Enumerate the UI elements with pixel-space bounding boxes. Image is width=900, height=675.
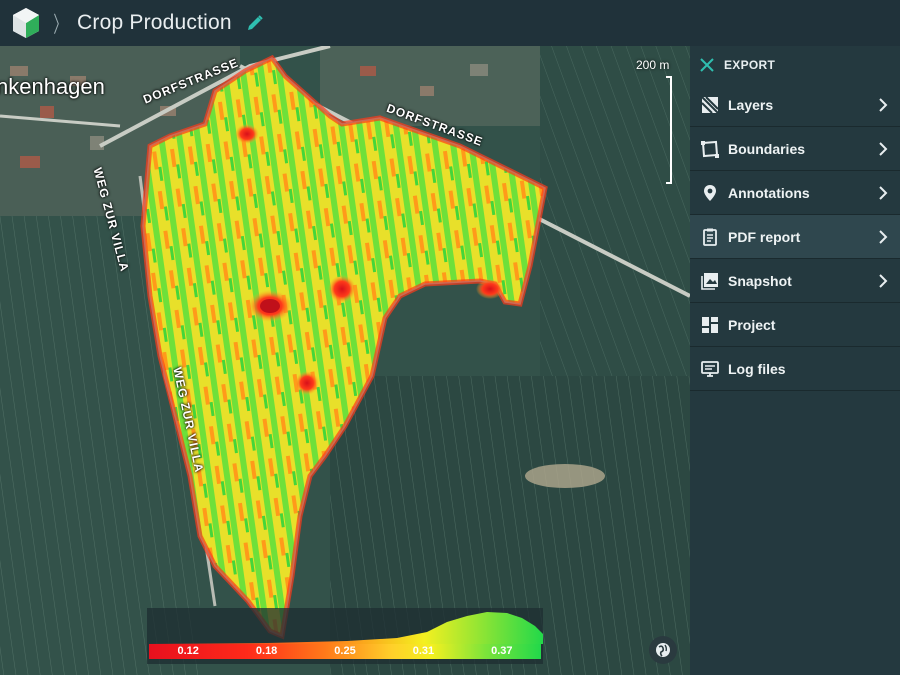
menu-item-annotations[interactable]: Annotations [690, 171, 900, 215]
export-header: EXPORT [690, 46, 900, 83]
close-icon[interactable] [700, 57, 714, 72]
pin-icon [700, 183, 720, 203]
legend-tick: 0.37 [491, 645, 513, 657]
monitor-icon [700, 359, 720, 379]
satellite-map [0, 46, 690, 675]
export-title: EXPORT [724, 57, 776, 72]
menu-item-snapshot[interactable]: Snapshot [690, 259, 900, 303]
menu-item-layers[interactable]: Layers [690, 83, 900, 127]
layers-icon [700, 95, 720, 115]
chevron-right-icon [879, 230, 888, 244]
menu-label: Snapshot [728, 272, 792, 289]
color-legend: 0.12 0.18 0.25 0.31 0.37 [147, 608, 543, 664]
boundaries-icon [700, 139, 720, 159]
app-logo-icon[interactable] [9, 6, 43, 40]
document-icon [700, 227, 720, 247]
legend-tick: 0.12 [177, 645, 199, 657]
globe-icon [656, 643, 670, 657]
town-label: nkenhagen [0, 74, 105, 99]
chevron-right-icon [879, 186, 888, 200]
app-window: 〉 Crop Production nkenhagen DORFSTRASSE … [0, 0, 900, 675]
menu-item-pdf-report[interactable]: PDF report [690, 215, 900, 259]
menu-item-boundaries[interactable]: Boundaries [690, 127, 900, 171]
scale-label: 200 m [636, 58, 670, 72]
legend-tick: 0.31 [412, 645, 435, 657]
legend-tick: 0.25 [334, 645, 356, 657]
scale-bar [666, 76, 672, 184]
menu-label: Project [728, 316, 776, 333]
map-view[interactable]: nkenhagen DORFSTRASSE DORFSTRASSE WEG ZU… [0, 46, 690, 675]
menu-label: Layers [728, 96, 774, 113]
histogram [147, 612, 543, 644]
grid-icon [700, 315, 720, 335]
menu-item-log-files[interactable]: Log files [690, 347, 900, 391]
chevron-right-icon [879, 98, 888, 112]
pencil-icon[interactable] [246, 14, 264, 32]
legend-scale: 0.12 0.18 0.25 0.31 0.37 [149, 644, 541, 659]
top-bar: 〉 Crop Production [0, 0, 900, 46]
legend-tick: 0.18 [255, 645, 278, 657]
menu-label: Annotations [728, 184, 810, 201]
menu-label: PDF report [728, 228, 801, 245]
menu-label: Log files [728, 360, 786, 377]
chevron-right-icon [879, 274, 888, 288]
breadcrumb-separator: 〉 [53, 13, 67, 38]
menu-item-project[interactable]: Project [690, 303, 900, 347]
image-icon [700, 271, 720, 291]
export-panel: EXPORT Layers Boundaries Annotations PDF… [690, 46, 900, 675]
globe-button[interactable] [649, 636, 677, 664]
menu-label: Boundaries [728, 140, 806, 157]
project-title: Crop Production [77, 11, 232, 34]
chevron-right-icon [879, 142, 888, 156]
